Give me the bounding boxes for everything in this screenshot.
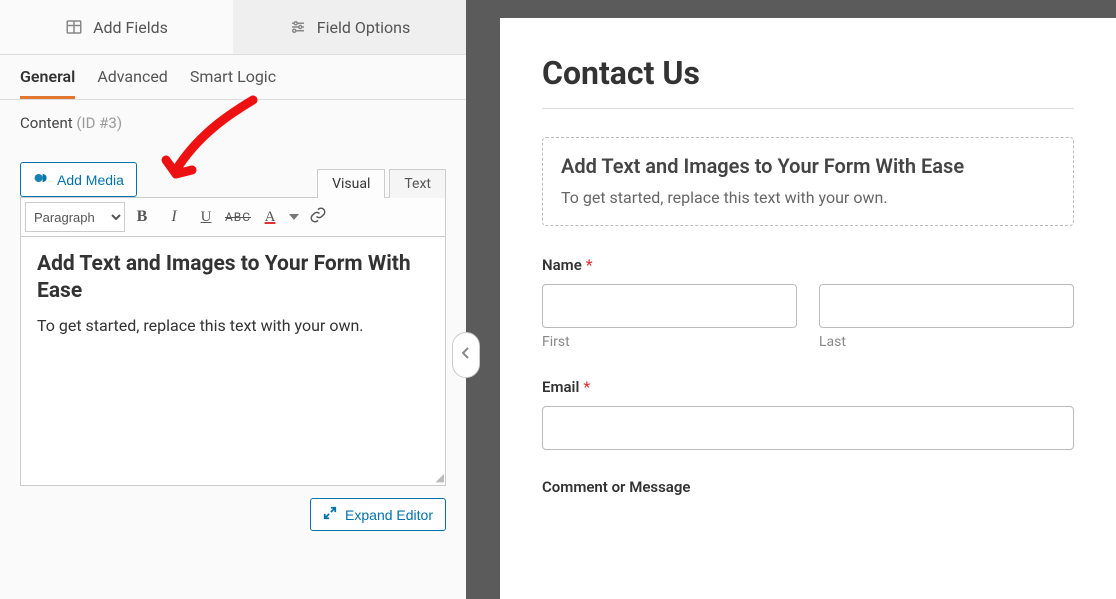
tab-add-fields[interactable]: Add Fields	[0, 0, 233, 54]
form-builder-app: Add Fields Field Options General Advance…	[0, 0, 1116, 599]
last-name-column: Last	[819, 284, 1074, 350]
italic-icon: I	[171, 208, 176, 226]
resize-grip-icon[interactable]: ◢	[436, 471, 444, 484]
italic-button[interactable]: I	[159, 202, 189, 232]
underline-icon: U	[201, 209, 212, 226]
editor-body: To get started, replace this text with y…	[37, 316, 429, 335]
text-color-dropdown[interactable]	[287, 214, 301, 220]
content-field-preview[interactable]: Add Text and Images to Your Form With Ea…	[542, 137, 1074, 226]
email-field-label: Email*	[542, 378, 1074, 396]
last-name-input[interactable]	[819, 284, 1074, 328]
email-input[interactable]	[542, 406, 1074, 450]
title-divider	[542, 108, 1074, 109]
comment-field-label: Comment or Message	[542, 478, 1074, 496]
editor-heading: Add Text and Images to Your Form With Ea…	[37, 251, 429, 306]
name-label-text: Name	[542, 256, 582, 274]
format-select[interactable]: Paragraph	[25, 202, 125, 232]
add-media-label: Add Media	[57, 172, 124, 188]
subtab-smart-logic[interactable]: Smart Logic	[190, 67, 276, 99]
required-asterisk: *	[586, 256, 593, 274]
subtab-advanced[interactable]: Advanced	[97, 67, 168, 99]
expand-editor-button[interactable]: Expand Editor	[310, 498, 446, 531]
email-field-group[interactable]: Email*	[542, 378, 1074, 450]
form-preview: Contact Us Add Text and Images to Your F…	[500, 18, 1116, 599]
strikethrough-button[interactable]: ABC	[223, 202, 253, 232]
email-label-text: Email	[542, 378, 579, 396]
expand-icon	[323, 506, 337, 523]
strikethrough-icon: ABC	[225, 210, 251, 224]
grid-icon	[65, 18, 83, 36]
add-media-button[interactable]: Add Media	[20, 162, 137, 197]
first-name-column: First	[542, 284, 797, 350]
sliders-icon	[289, 18, 307, 36]
first-name-input[interactable]	[542, 284, 797, 328]
content-preview-heading: Add Text and Images to Your Form With Ea…	[561, 154, 1055, 178]
name-field-group[interactable]: Name* First Last	[542, 256, 1074, 350]
editor-toolbar: Paragraph B I U ABC A	[20, 197, 446, 236]
content-label-text: Content	[20, 114, 73, 132]
text-color-button[interactable]: A	[255, 202, 285, 232]
last-name-sublabel: Last	[819, 334, 1074, 350]
link-icon	[309, 206, 327, 228]
expand-row: Expand Editor	[0, 486, 466, 531]
content-id-text: (ID #3)	[76, 114, 122, 132]
expand-editor-label: Expand Editor	[345, 507, 433, 523]
editor-content-area[interactable]: Add Text and Images to Your Form With Ea…	[20, 236, 446, 486]
panel-top-tabs: Add Fields Field Options	[0, 0, 466, 55]
media-icon	[33, 170, 49, 189]
tab-add-fields-label: Add Fields	[93, 18, 168, 37]
sub-tabs: General Advanced Smart Logic	[0, 55, 466, 100]
panel-divider	[466, 0, 500, 599]
editor-tab-visual[interactable]: Visual	[317, 169, 385, 198]
name-inputs-row: First Last	[542, 284, 1074, 350]
media-row: Add Media Visual Text	[0, 142, 466, 197]
text-color-icon: A	[265, 210, 276, 225]
name-field-label: Name*	[542, 256, 1074, 274]
subtab-general[interactable]: General	[20, 67, 75, 99]
content-preview-body: To get started, replace this text with y…	[561, 188, 1055, 207]
bold-icon: B	[137, 208, 148, 226]
comment-label-text: Comment or Message	[542, 478, 690, 496]
content-section-label: Content (ID #3)	[0, 100, 466, 142]
bold-button[interactable]: B	[127, 202, 157, 232]
tab-field-options[interactable]: Field Options	[233, 0, 466, 54]
required-asterisk: *	[583, 378, 590, 396]
chevron-left-icon	[462, 347, 470, 363]
collapse-panel-button[interactable]	[452, 332, 480, 378]
underline-button[interactable]: U	[191, 202, 221, 232]
editor-mode-tabs: Visual Text	[317, 168, 446, 197]
first-name-sublabel: First	[542, 334, 797, 350]
tab-field-options-label: Field Options	[317, 18, 410, 37]
form-title: Contact Us	[542, 54, 1074, 92]
editor-tab-text[interactable]: Text	[389, 169, 446, 198]
link-button[interactable]	[303, 202, 333, 232]
comment-field-group[interactable]: Comment or Message	[542, 478, 1074, 496]
left-panel: Add Fields Field Options General Advance…	[0, 0, 466, 599]
preview-wrapper: Contact Us Add Text and Images to Your F…	[500, 0, 1116, 599]
